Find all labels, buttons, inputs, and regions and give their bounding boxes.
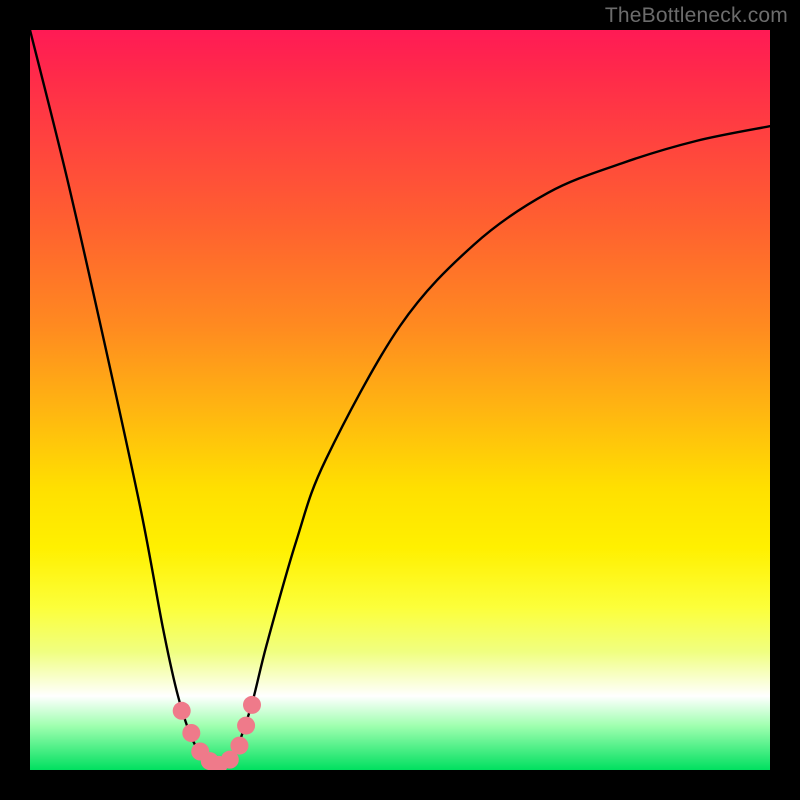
bottleneck-curve (30, 30, 770, 770)
highlight-dot (237, 717, 255, 735)
plot-area (30, 30, 770, 770)
highlight-dot (230, 737, 248, 755)
bottleneck-chart (30, 30, 770, 770)
highlight-dot (243, 696, 261, 714)
highlight-dot (182, 724, 200, 742)
highlight-dot (173, 702, 191, 720)
watermark-label: TheBottleneck.com (605, 4, 788, 28)
chart-frame: TheBottleneck.com (0, 0, 800, 800)
highlight-dots (173, 696, 261, 770)
